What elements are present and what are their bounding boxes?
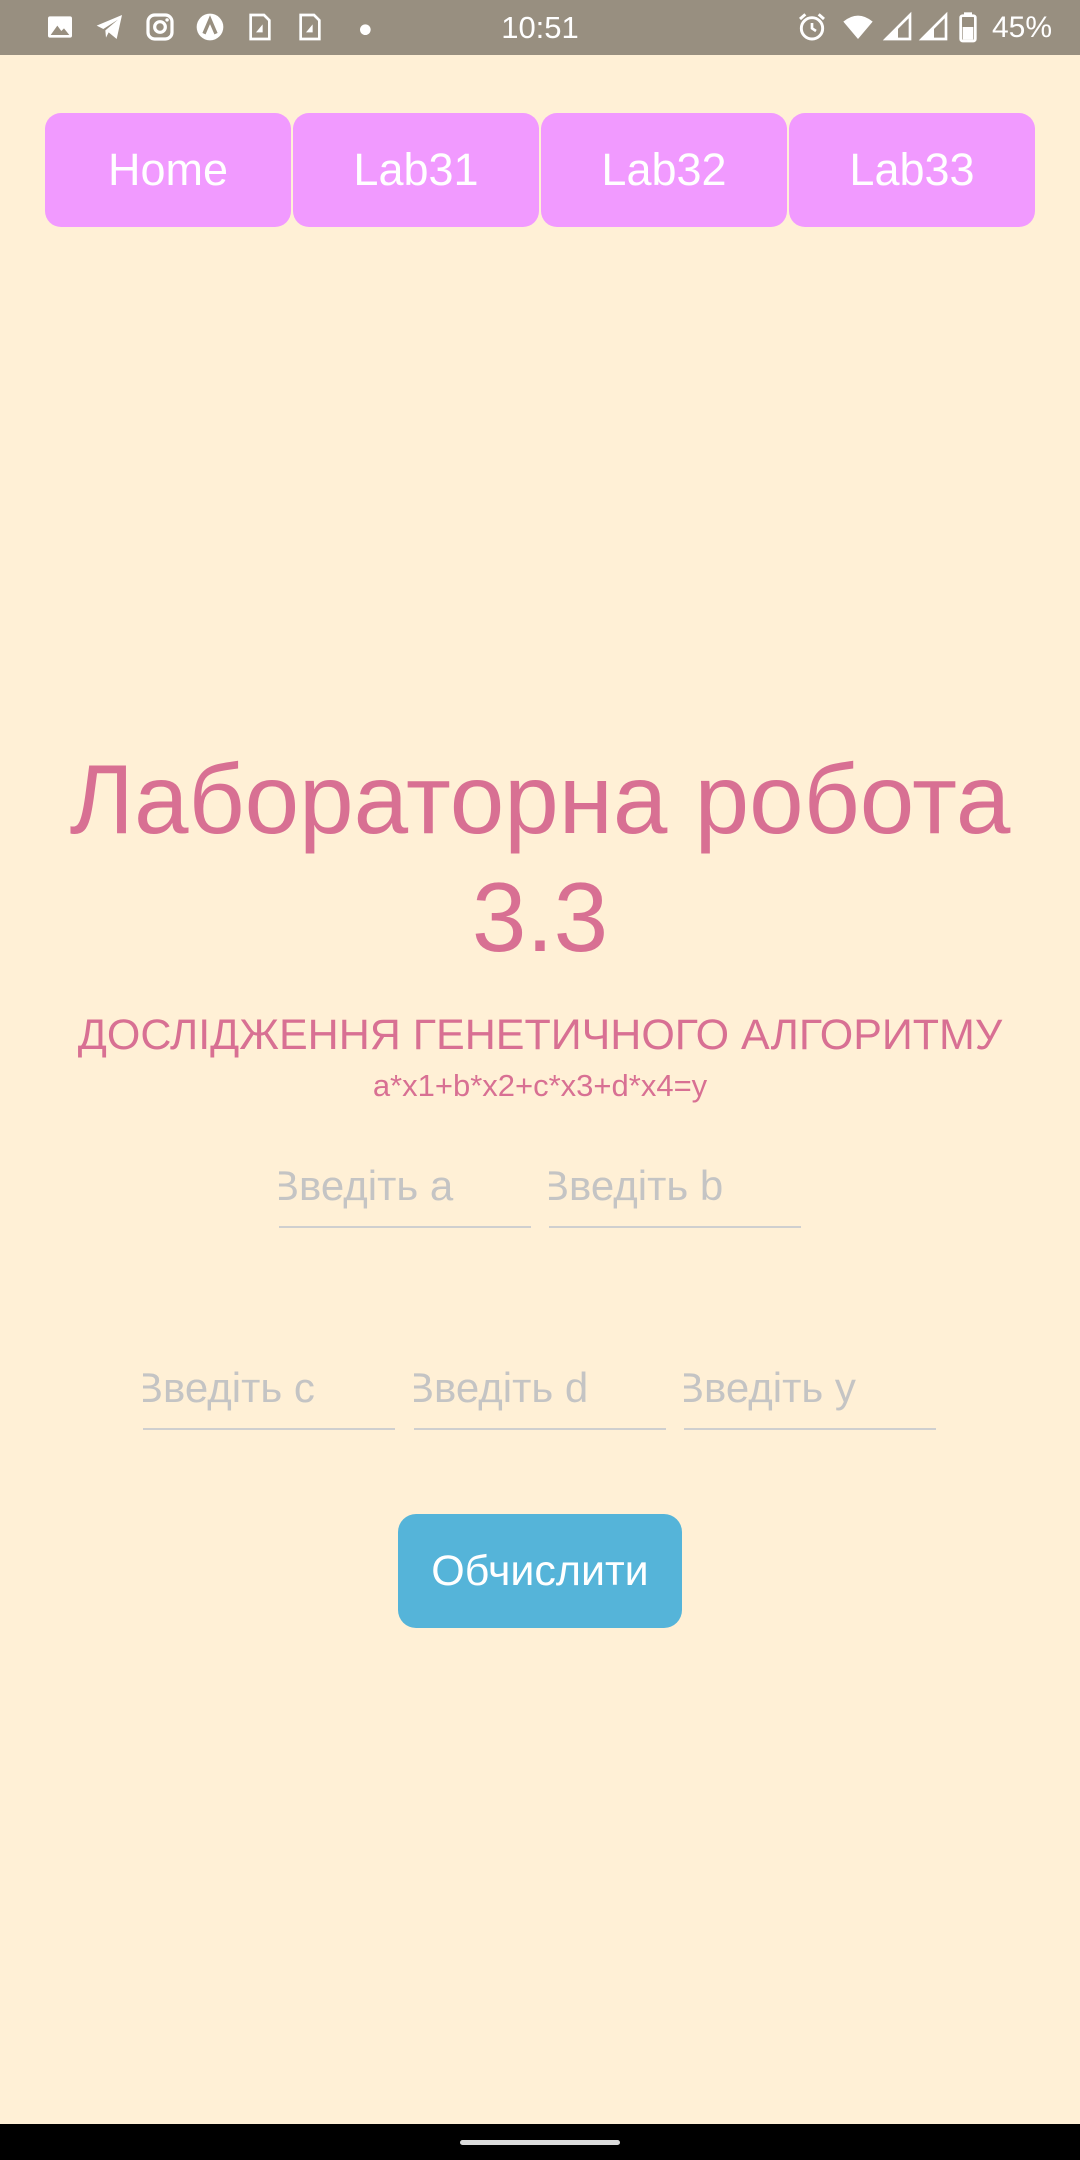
title-line: Лабораторна робота — [69, 744, 1011, 854]
tab-home[interactable]: Home — [45, 113, 291, 227]
input-y[interactable] — [684, 1348, 936, 1430]
input-c[interactable] — [143, 1348, 395, 1430]
page-title: Лабораторна робота 3.3 — [0, 740, 1080, 976]
signal-icon — [882, 11, 914, 43]
tab-lab31[interactable]: Lab31 — [293, 113, 539, 227]
system-navigation-bar — [0, 2124, 1080, 2160]
input-d[interactable] — [414, 1348, 666, 1430]
signal-icon — [918, 11, 950, 43]
title-line: 3.3 — [471, 862, 609, 972]
alarm-icon — [796, 11, 828, 43]
tab-lab33[interactable]: Lab33 — [789, 113, 1035, 227]
formula-text: a*x1+b*x2+c*x3+d*x4=y — [372, 1068, 708, 1103]
battery-icon — [952, 11, 984, 43]
battery-percentage: 45% — [991, 11, 1052, 44]
tab-lab32[interactable]: Lab32 — [541, 113, 787, 227]
calculate-button[interactable]: Обчислити — [398, 1514, 682, 1628]
page-subtitle: ДОСЛІДЖЕННЯ ГЕНЕТИЧНОГО АЛГОРИТМУ — [77, 1011, 1003, 1059]
status-bar: 10:51 45% — [0, 0, 1080, 55]
wifi-icon — [842, 11, 874, 43]
home-indicator[interactable] — [460, 2140, 620, 2145]
input-a[interactable] — [279, 1146, 531, 1228]
input-b[interactable] — [549, 1146, 801, 1228]
